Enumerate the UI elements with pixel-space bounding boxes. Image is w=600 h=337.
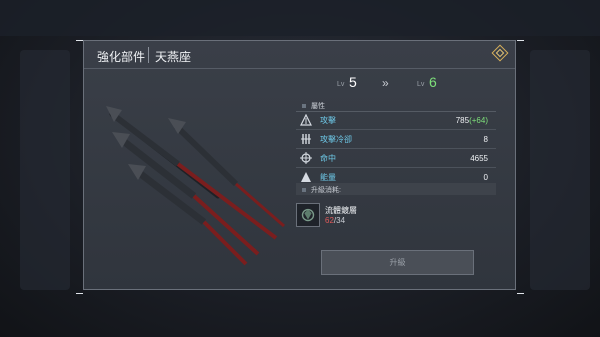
missile-icon [106, 106, 278, 240]
level-arrow: » [382, 76, 389, 90]
corner-mark [517, 40, 524, 41]
next-level: 6 [429, 74, 437, 90]
bullet-icon [302, 188, 306, 193]
attribute-value: 4655 [470, 154, 488, 163]
attribute-list: 攻擊 785(+64) 攻擊冷卻 8 命中 4655 能量 0 [296, 111, 496, 183]
level-label: Lv [417, 81, 425, 88]
attribute-row: 攻擊冷卻 8 [296, 130, 496, 149]
attribute-value: 8 [483, 135, 488, 144]
crosshair-icon [300, 152, 312, 164]
current-level: 5 [349, 74, 357, 90]
energy-icon [301, 172, 311, 182]
level-display: Lv 5 » Lv 6 [337, 74, 457, 94]
missile-icon [112, 132, 260, 256]
dialog-header: 強化部件 天燕座 [84, 41, 515, 69]
corner-mark [76, 293, 83, 294]
background-panel [530, 50, 590, 290]
attribute-name: 攻擊 [320, 116, 336, 125]
part-name: 天燕座 [155, 50, 192, 64]
material-item[interactable]: 流體鍍層 62/34 [296, 203, 416, 229]
attribute-name: 命中 [320, 154, 336, 163]
attack-icon [300, 114, 312, 126]
background-panel [20, 50, 70, 290]
background-top-bar [0, 0, 600, 36]
upgrade-dialog: 強化部件 天燕座 Lv 5 » Lv 6 屬性 攻擊 785(+64) 攻擊冷卻… [83, 40, 516, 290]
title-divider [148, 47, 149, 63]
cost-label: 升級消耗: [302, 185, 341, 195]
cooldown-icon [301, 134, 311, 144]
attribute-value: 785(+64) [455, 116, 488, 125]
corner-mark [76, 40, 83, 41]
bullet-icon [302, 104, 306, 109]
page-title: 強化部件 [97, 50, 146, 64]
upgrade-button[interactable]: 升級 [321, 250, 474, 275]
attribute-row: 攻擊 785(+64) [296, 111, 496, 130]
weapon-illustration [106, 106, 285, 266]
attributes-label: 屬性 [302, 101, 325, 111]
attribute-name: 攻擊冷卻 [320, 135, 352, 144]
material-count: 62/34 [325, 216, 346, 225]
fluid-coating-icon [296, 203, 320, 227]
attribute-row: 能量 0 [296, 168, 496, 183]
diamond-info-icon[interactable] [491, 44, 509, 62]
material-name: 流體鍍層 [325, 206, 357, 215]
level-label: Lv [337, 81, 345, 88]
attribute-row: 命中 4655 [296, 149, 496, 168]
attribute-value: 0 [483, 173, 488, 182]
corner-mark [517, 293, 524, 294]
attribute-name: 能量 [320, 173, 336, 182]
